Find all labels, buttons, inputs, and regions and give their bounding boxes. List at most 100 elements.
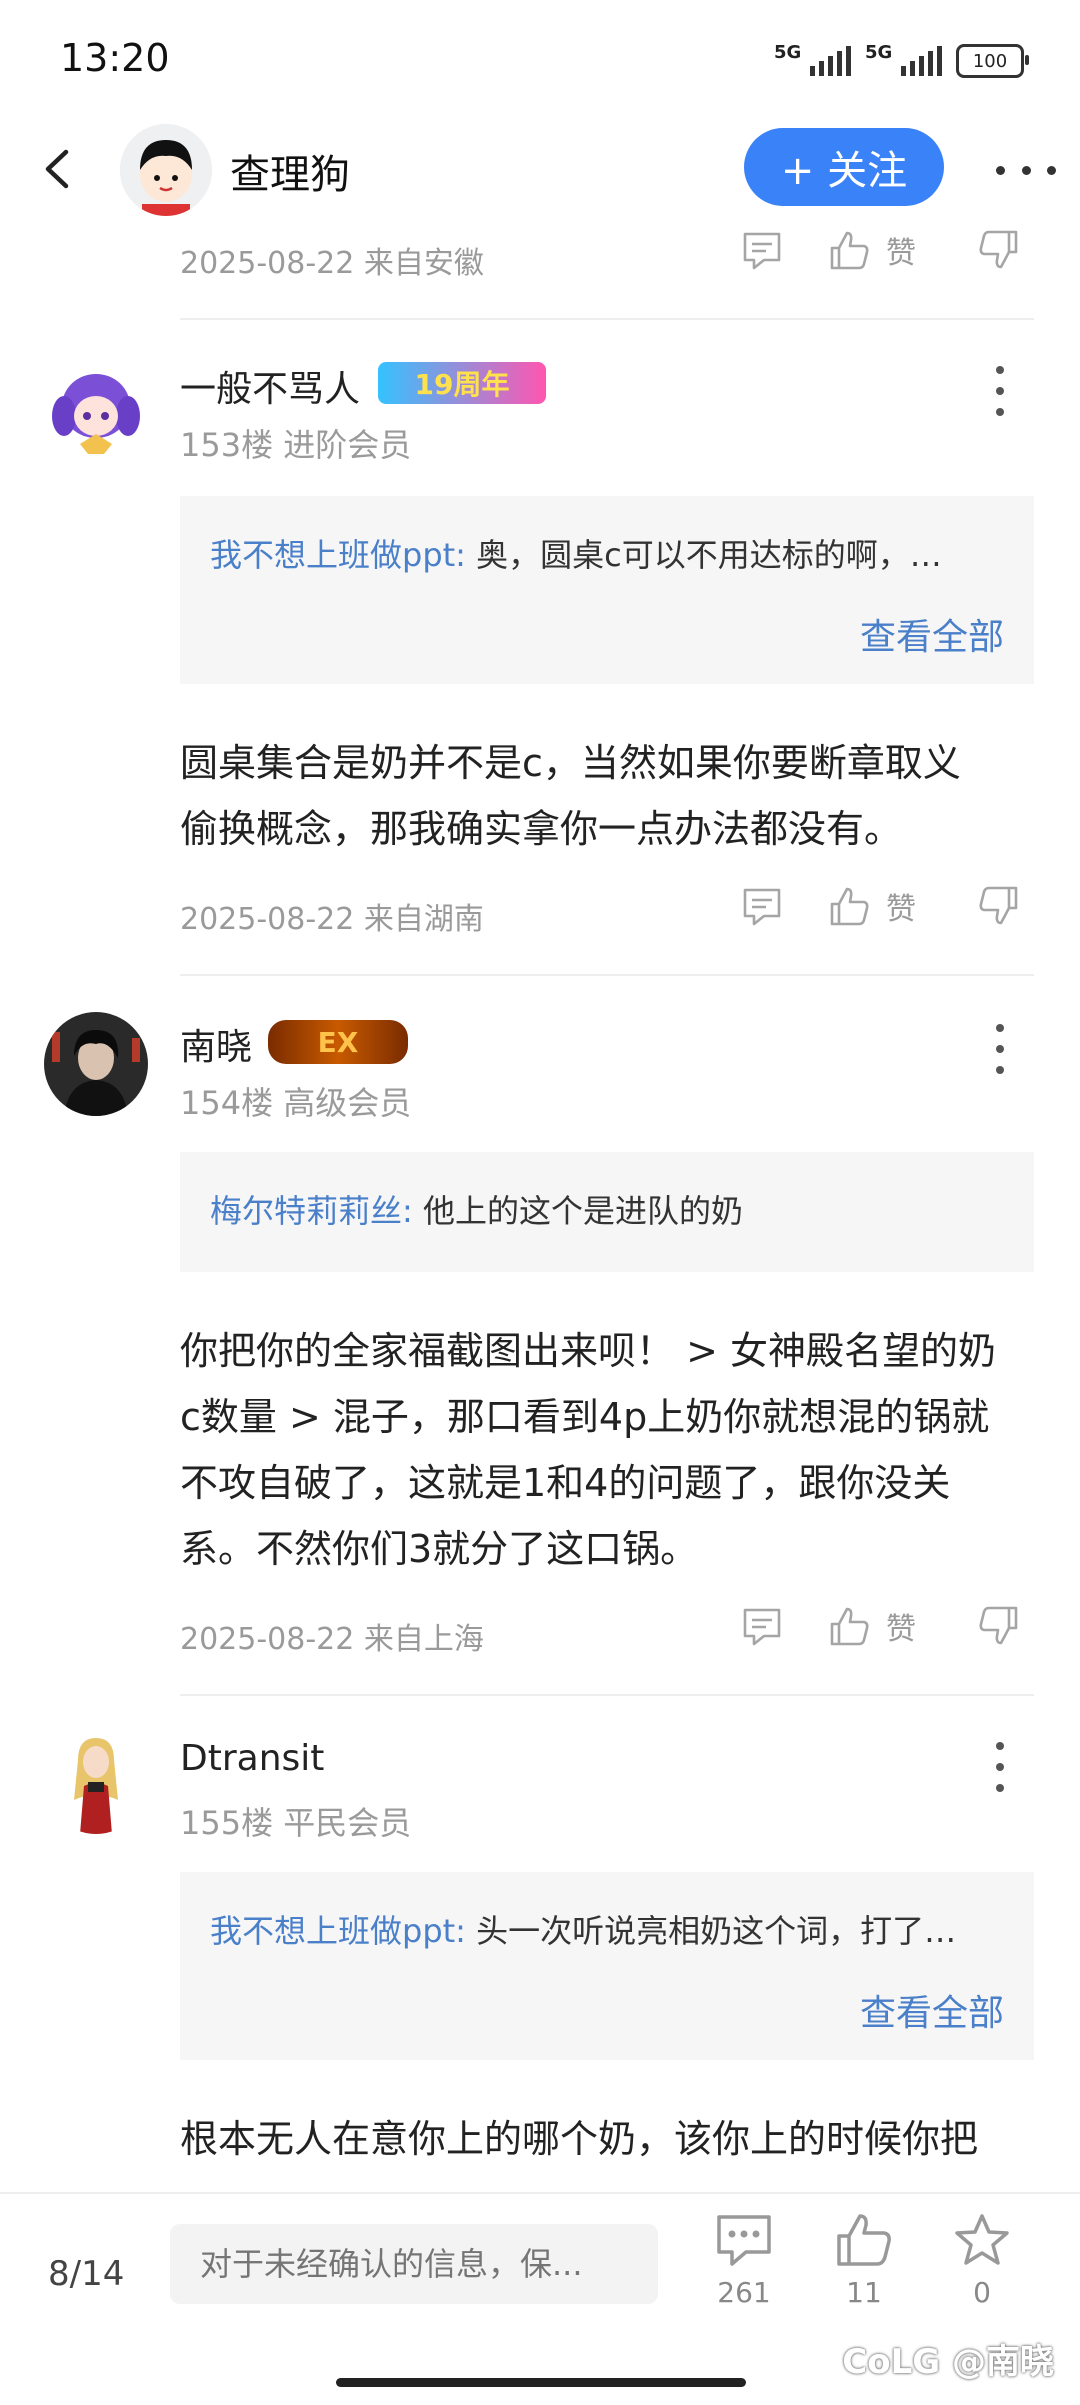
comment-actions: 赞 (740, 228, 1030, 272)
comments-count: 261 (717, 2276, 771, 2309)
quote-user[interactable]: 我不想上班做ppt: (210, 536, 466, 574)
more-options-button[interactable] (996, 150, 1056, 190)
like-button[interactable]: 赞 (828, 228, 916, 272)
dislike-button[interactable] (976, 228, 1020, 272)
like-label: 赞 (886, 1612, 916, 1647)
status-bar: 13:20 5G 5G 100 (0, 0, 1080, 120)
battery-level: 100 (972, 50, 1008, 72)
comment-body: 你把你的全家福截图出来呗！ > 女神殿名望的奶 c数量 > 混子，那口看到4p上… (180, 1318, 1040, 1582)
favorites-count: 0 (973, 2276, 991, 2309)
likes-count: 11 (846, 2276, 882, 2309)
follow-button[interactable]: + 关注 (744, 128, 944, 206)
reply-icon (743, 1608, 781, 1646)
comment-line: c数量 > 混子，那口看到4p上奶你就想混的锅就 (180, 1395, 990, 1439)
comment-date: 2025-08-22 来自安徽 (180, 246, 484, 281)
comment-more-button[interactable] (990, 1024, 1010, 1074)
thumbs-down-icon (979, 230, 1018, 269)
comment-body: 圆桌集合是奶并不是c，当然如果你要断章取义 偷换概念，那我确实拿你一点办法都没有… (180, 730, 1040, 862)
comment-more-button[interactable] (990, 366, 1010, 416)
commenter-avatar[interactable] (44, 358, 148, 462)
reply-button[interactable] (740, 884, 784, 928)
page-indicator[interactable]: 8/14 (48, 2254, 124, 2294)
thumbs-down-icon (979, 886, 1018, 925)
avatar-image (44, 358, 148, 462)
signal-icon: 5G (774, 42, 851, 76)
avatar-image (120, 124, 212, 216)
signal-icon-2: 5G (865, 42, 942, 76)
like-post-button[interactable]: 11 (824, 2212, 904, 2309)
quoted-reply[interactable]: 梅尔特莉莉丝: 他上的这个是进队的奶 (180, 1152, 1034, 1272)
divider (180, 974, 1034, 976)
network-label-2: 5G (865, 42, 893, 63)
divider (180, 318, 1034, 320)
bottom-toolbar: 8/14 261 11 0 CoLG @南晓 (0, 2192, 1080, 2405)
like-label: 赞 (886, 236, 916, 271)
star-icon (955, 2214, 1009, 2265)
comment-actions: 赞 (740, 1604, 1030, 1648)
comment-line: 系。不然你们3就分了这口锅。 (180, 1527, 699, 1571)
divider (180, 1694, 1034, 1696)
commenter-avatar[interactable] (44, 1012, 148, 1116)
commenter-name[interactable]: 一般不骂人 (180, 360, 360, 412)
comment-date: 2025-08-22 来自上海 (180, 1622, 484, 1657)
comment-date: 2025-08-22 来自湖南 (180, 902, 484, 937)
reply-icon (743, 888, 781, 926)
favorite-button[interactable]: 0 (942, 2212, 1022, 2309)
post-header: 查理狗 + 关注 (0, 120, 1080, 220)
status-icons: 5G 5G 100 (774, 42, 1029, 78)
avatar-image (44, 1012, 148, 1116)
comment-body: 根本无人在意你上的哪个奶，该你上的时候你把 (180, 2106, 1040, 2172)
thumbs-up-icon (837, 2214, 891, 2266)
floor-info: 154楼 高级会员 (180, 1084, 412, 1122)
reply-button[interactable] (740, 1604, 784, 1648)
reply-input[interactable] (170, 2224, 658, 2304)
thumbs-up-icon (830, 887, 869, 926)
like-label: 赞 (886, 892, 916, 927)
quoted-reply[interactable]: 我不想上班做ppt: 头一次听说亮相奶这个词，打了… 查看全部 (180, 1872, 1034, 2060)
quote-content: 他上的这个是进队的奶 (412, 1192, 743, 1230)
badge-label: 19周年 (414, 368, 510, 401)
view-all-link[interactable]: 查看全部 (860, 608, 1004, 660)
comment-meta: 2025-08-22 来自上海 赞 (180, 1604, 1030, 1664)
thumbs-up-icon (830, 231, 869, 270)
dot-icon (1047, 165, 1056, 175)
comment-line: 你把你的全家福截图出来呗！ > 女神殿名望的奶 (180, 1329, 997, 1373)
avatar-image (44, 1730, 148, 1834)
view-all-link[interactable]: 查看全部 (860, 1984, 1004, 2036)
comment-actions: 赞 (740, 884, 1030, 928)
comment-line: 偷换概念，那我确实拿你一点办法都没有。 (180, 807, 903, 851)
chevron-left-icon (45, 149, 69, 189)
quote-user[interactable]: 我不想上班做ppt: (210, 1912, 466, 1950)
level-badge: EX (268, 1020, 408, 1064)
thumbs-up-icon (830, 1607, 869, 1646)
comment-more-button[interactable] (990, 1742, 1010, 1792)
comment-meta: 2025-08-22 来自湖南 赞 (180, 884, 1030, 944)
reply-button[interactable] (740, 228, 784, 272)
back-button[interactable] (34, 144, 84, 194)
quote-text: 我不想上班做ppt: 头一次听说亮相奶这个词，打了… (210, 1906, 1004, 1952)
dot-icon (996, 165, 1005, 175)
watermark: CoLG @南晓 (842, 2342, 1054, 2382)
dislike-button[interactable] (976, 884, 1020, 928)
comment-line: 圆桌集合是奶并不是c，当然如果你要断章取义 (180, 741, 961, 785)
commenter-name[interactable]: Dtransit (180, 1738, 324, 1779)
like-button[interactable]: 赞 (828, 884, 916, 928)
quote-user[interactable]: 梅尔特莉莉丝: (210, 1192, 413, 1230)
home-indicator[interactable] (336, 2378, 746, 2387)
quote-text: 我不想上班做ppt: 奥，圆桌c可以不用达标的啊，… (210, 530, 1004, 576)
comment-line: 根本无人在意你上的哪个奶，该你上的时候你把 (180, 2117, 979, 2161)
battery-icon: 100 (956, 44, 1029, 78)
author-name[interactable]: 查理狗 (230, 142, 350, 200)
reply-icon (743, 232, 781, 270)
commenter-name[interactable]: 南晓 (180, 1018, 252, 1070)
quoted-reply[interactable]: 我不想上班做ppt: 奥，圆桌c可以不用达标的啊，… 查看全部 (180, 496, 1034, 684)
dislike-button[interactable] (976, 1604, 1020, 1648)
thumbs-down-icon (979, 1606, 1018, 1645)
comment-meta: 2025-08-22 来自安徽 赞 (180, 228, 1030, 288)
comments-button[interactable]: 261 (704, 2212, 784, 2309)
author-avatar[interactable] (120, 124, 212, 216)
commenter-avatar[interactable] (44, 1730, 148, 1834)
quote-content: 奥，圆桌c可以不用达标的啊，… (465, 536, 942, 574)
like-button[interactable]: 赞 (828, 1604, 916, 1648)
comment-bubble-icon (717, 2215, 771, 2266)
